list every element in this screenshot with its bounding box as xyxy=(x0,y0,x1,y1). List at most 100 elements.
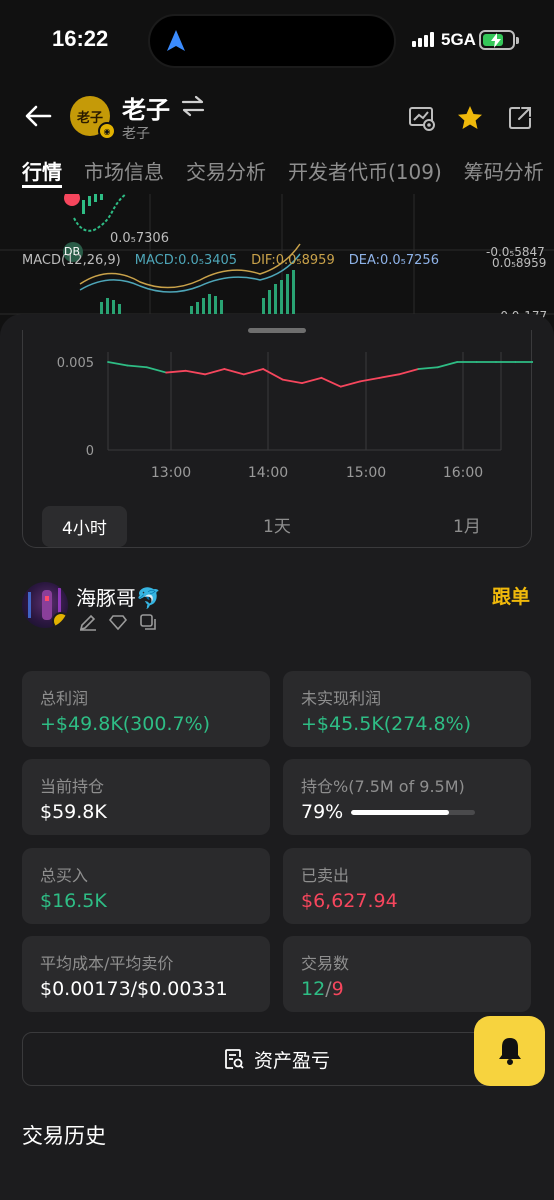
price-line-segment xyxy=(126,364,148,369)
unrealized-profit-value: +$45.5K(274.8%) xyxy=(301,713,472,735)
network-type: 5GA xyxy=(441,30,476,49)
trader-chain-badge-icon xyxy=(52,612,68,628)
price-line-segment xyxy=(417,366,439,370)
back-arrow-icon[interactable] xyxy=(22,100,54,132)
current-holding-value: $59.8K xyxy=(40,801,107,823)
tab-bar: 行情 市场信息 交易分析 开发者代币(109) 筹码分析 xyxy=(22,156,544,188)
current-holding-card: 当前持仓 $59.8K xyxy=(22,759,270,835)
report-icon xyxy=(225,1049,244,1069)
range-button[interactable]: 4小时 xyxy=(42,506,127,547)
price-line-segment xyxy=(262,368,284,381)
edit-icon[interactable] xyxy=(78,612,98,632)
tab-market[interactable]: 行情 xyxy=(22,156,62,188)
holding-percent-card: 持仓%(7.5M of 9.5M) 79% xyxy=(283,759,531,835)
current-holding-label: 当前持仓 xyxy=(40,777,105,796)
x-tick-label: 14:00 xyxy=(248,465,288,481)
range-button[interactable]: 1月 xyxy=(453,512,481,537)
trade-history-title: 交易历史 xyxy=(22,1124,106,1148)
price-line-segment xyxy=(398,368,420,376)
price-line-segment xyxy=(281,378,303,385)
token-avatar[interactable]: 老子 ◉ xyxy=(70,96,116,140)
bell-icon xyxy=(498,1038,521,1065)
battery-icon xyxy=(479,30,519,50)
sold-card: 已卖出 $6,627.94 xyxy=(283,848,531,924)
trade-count-card: 交易数 12/9 xyxy=(283,936,531,1012)
y-tick-label: 0 xyxy=(86,444,94,459)
position-chart: 0.005 0 13:00 14:00 15:00 16:00 xyxy=(57,352,533,481)
share-icon[interactable] xyxy=(506,104,534,132)
status-bar: 16:22 5GA xyxy=(0,0,554,84)
tab-trade-analysis[interactable]: 交易分析 xyxy=(186,156,266,188)
chart-low-label: 0.0₅7306 xyxy=(110,231,169,246)
holding-percent-value: 79% xyxy=(301,801,344,823)
status-time: 16:22 xyxy=(52,26,109,51)
token-subtitle: 老子 xyxy=(122,126,150,142)
macd-legend: MACD(12,26,9) MACD:0.0₅3405 DIF:0.0₅8959 DE… xyxy=(22,253,453,268)
total-bought-value: $16.5K xyxy=(40,890,107,912)
price-line-segment xyxy=(359,376,381,383)
trader-detail-sheet: 0.005 0 13:00 14:00 15:00 16:00 4小时 1天 1月 海豚哥🐬 … xyxy=(0,314,554,1200)
price-line-segment xyxy=(436,361,459,369)
total-bought-card: 总买入 $16.5K xyxy=(22,848,270,924)
x-tick-label: 16:00 xyxy=(443,465,483,481)
x-tick-label: 15:00 xyxy=(346,465,386,481)
price-line-segment xyxy=(223,368,245,376)
price-line-segment xyxy=(242,368,265,376)
token-avatar-text: 老子 xyxy=(76,110,103,126)
diamond-icon[interactable] xyxy=(108,612,128,632)
sold-value: $6,627.94 xyxy=(301,890,398,912)
price-line-segment xyxy=(165,369,187,374)
copy-icon[interactable] xyxy=(138,612,158,632)
trader-name: 海豚哥🐬 xyxy=(76,586,161,610)
avg-cost-label: 平均成本/平均卖价 xyxy=(40,954,174,973)
total-profit-value: +$49.8K(300.7%) xyxy=(40,713,211,735)
tab-dev-tokens[interactable]: 开发者代币(109) xyxy=(288,156,442,188)
sold-label: 已卖出 xyxy=(301,866,350,885)
trade-count-value: 12/9 xyxy=(301,978,344,1000)
chain-badge-icon: ◉ xyxy=(98,122,116,140)
price-monitor-icon[interactable] xyxy=(408,104,436,132)
trade-count-label: 交易数 xyxy=(301,954,350,973)
copy-trade-button[interactable]: 跟单 xyxy=(492,582,530,609)
price-line-segment xyxy=(204,368,226,376)
price-line-segment xyxy=(339,380,362,388)
navigation-arrow-icon xyxy=(167,30,185,51)
price-line-segment xyxy=(184,369,206,376)
sell-count: 9 xyxy=(331,978,344,1000)
price-line-segment xyxy=(320,376,342,388)
total-profit-label: 总利润 xyxy=(40,689,89,708)
price-line-segment xyxy=(107,361,129,367)
trader-tools xyxy=(78,612,158,632)
price-line-segment xyxy=(145,366,168,374)
unrealized-profit-card: 未实现利润 +$45.5K(274.8%) xyxy=(283,671,531,747)
x-tick-label: 13:00 xyxy=(151,465,191,481)
holding-percent-label: 持仓%(7.5M of 9.5M) xyxy=(301,777,465,796)
signal-icon xyxy=(412,32,434,47)
asset-pnl-label: 资产盈亏 xyxy=(253,1049,330,1072)
avg-cost-card: 平均成本/平均卖价 $0.00173/$0.00331 xyxy=(22,936,270,1012)
dea-value: DEA:0.0₅7256 xyxy=(348,253,439,268)
swap-icon[interactable] xyxy=(180,94,206,118)
position-chart-card: 0.005 0 13:00 14:00 15:00 16:00 4小时 1天 1月 xyxy=(22,330,533,548)
tab-market-info[interactable]: 市场信息 xyxy=(84,156,164,188)
avg-cost-value: $0.00173/$0.00331 xyxy=(40,978,228,1000)
range-button[interactable]: 1天 xyxy=(263,512,291,537)
tab-chip-analysis[interactable]: 筹码分析 xyxy=(464,156,544,188)
price-line-segment xyxy=(378,373,400,379)
price-alert-button[interactable] xyxy=(474,1016,545,1086)
axis-label-right-2: 0.0₅8959 xyxy=(492,256,547,270)
y-tick-label: 0.005 xyxy=(57,356,94,371)
trader-avatar[interactable] xyxy=(22,582,68,628)
macd-value: MACD:0.0₅3405 xyxy=(134,253,238,268)
holding-progress-bar xyxy=(351,810,475,815)
total-bought-label: 总买入 xyxy=(40,866,89,885)
token-name: 老子 xyxy=(122,96,170,124)
price-line-segment xyxy=(301,376,323,385)
macd-params: MACD(12,26,9) xyxy=(22,253,121,268)
holding-progress-fill xyxy=(351,810,449,815)
buy-count: 12 xyxy=(301,978,326,1000)
star-icon[interactable] xyxy=(456,104,484,132)
dif-value: DIF:0.0₅8959 xyxy=(251,253,335,268)
total-profit-card: 总利润 +$49.8K(300.7%) xyxy=(22,671,270,747)
asset-pnl-button[interactable]: 资产盈亏 xyxy=(22,1032,532,1086)
